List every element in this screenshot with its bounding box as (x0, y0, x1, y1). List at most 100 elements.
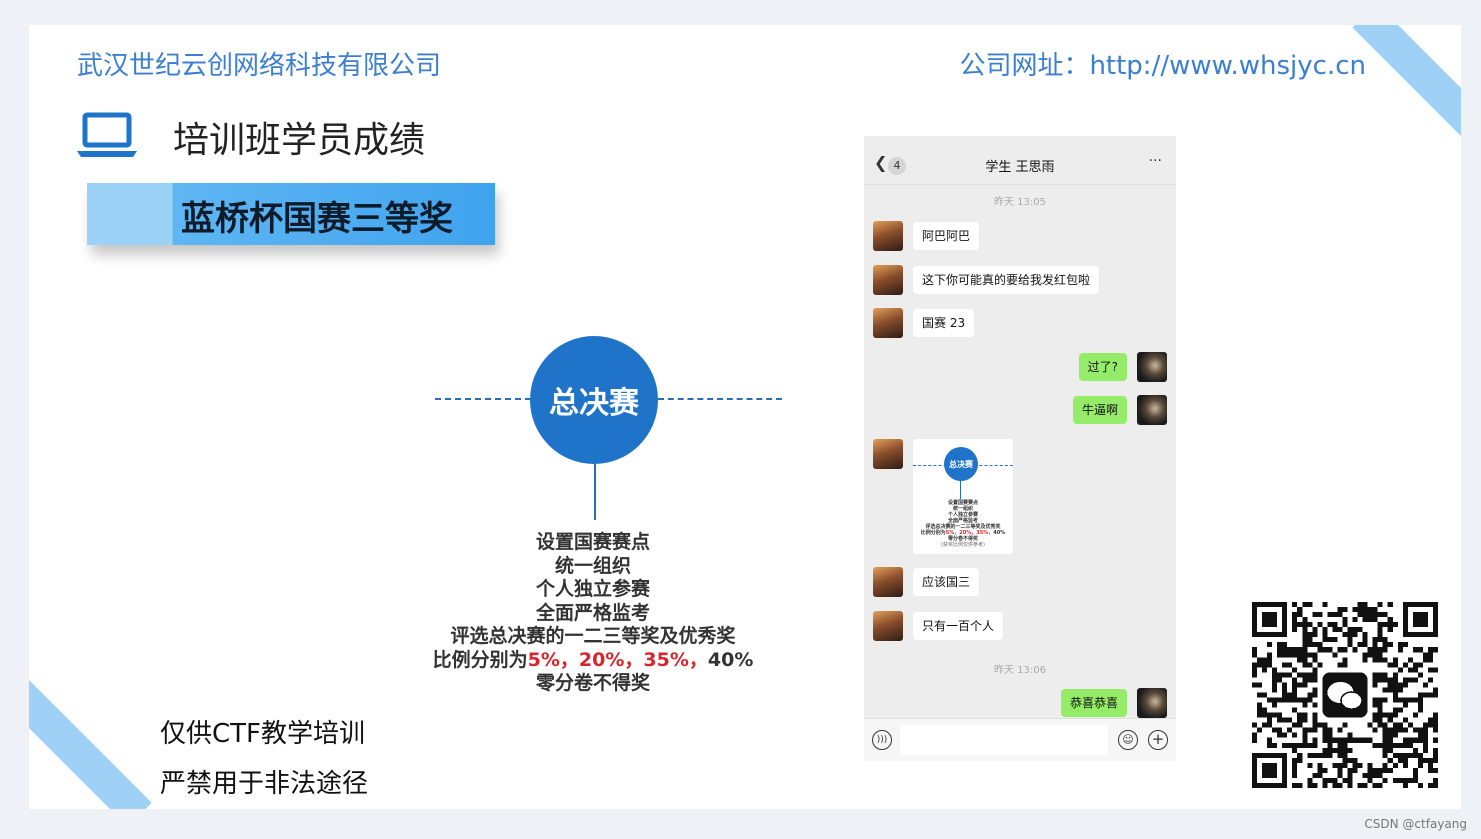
qr-module (1382, 697, 1388, 703)
emoji-icon[interactable]: ☺ (1118, 730, 1138, 750)
qr-module (1372, 782, 1378, 788)
qr-module (1362, 642, 1368, 648)
qr-module (1342, 622, 1348, 628)
qr-module (1412, 667, 1418, 673)
qr-module (1302, 697, 1308, 703)
qr-module (1322, 767, 1328, 773)
avatar[interactable] (873, 221, 903, 251)
qr-module (1277, 717, 1283, 723)
qr-module (1372, 742, 1378, 748)
qr-module (1332, 782, 1338, 788)
qr-module (1382, 642, 1388, 648)
qr-module (1417, 732, 1423, 738)
qr-module (1307, 662, 1313, 668)
qr-module (1272, 742, 1278, 748)
qr-module (1277, 732, 1283, 738)
qr-module (1257, 682, 1263, 688)
qr-module (1397, 697, 1403, 703)
qr-module (1422, 722, 1428, 728)
chat-screenshot: ❮ 4 学生 王思雨 ··· 昨天 13:05 阿巴阿巴 这下你可能真的要给我发… (864, 136, 1176, 761)
qr-module (1427, 652, 1433, 658)
qr-module (1377, 602, 1383, 608)
qr-module (1432, 722, 1438, 728)
qr-module (1327, 777, 1333, 783)
qr-module (1322, 647, 1328, 653)
qr-module (1417, 762, 1423, 768)
qr-module (1292, 697, 1298, 703)
qr-module (1377, 612, 1383, 618)
qr-module (1297, 742, 1303, 748)
qr-module (1252, 732, 1258, 738)
qr-module (1342, 657, 1348, 663)
qr-module (1392, 622, 1398, 628)
decorative-stripe (1352, 25, 1461, 141)
qr-module (1327, 637, 1333, 643)
qr-module (1347, 632, 1353, 638)
qr-module (1372, 767, 1378, 773)
qr-module (1297, 647, 1303, 653)
rule-line: 设置国赛赛点 (535, 531, 650, 553)
qr-module (1312, 632, 1318, 638)
qr-module (1302, 637, 1308, 643)
qr-module (1377, 702, 1383, 708)
avatar[interactable] (873, 439, 903, 469)
qr-module (1347, 757, 1353, 763)
image-message[interactable]: 总决赛 设置国赛赛点 统一组织 个人独立参赛 全面严格监考 评选总决赛的一二三等… (913, 439, 1013, 554)
qr-module (1377, 627, 1383, 633)
qr-module (1432, 782, 1438, 788)
qr-module (1272, 682, 1278, 688)
qr-module (1282, 672, 1288, 678)
qr-module (1372, 642, 1378, 648)
qr-module (1377, 632, 1383, 638)
qr-module (1307, 762, 1313, 768)
qr-module (1307, 602, 1313, 608)
qr-module (1282, 662, 1288, 668)
more-icon[interactable]: ··· (1149, 153, 1162, 169)
qr-module (1327, 737, 1333, 743)
plus-icon[interactable]: + (1148, 730, 1168, 750)
qr-module (1252, 652, 1258, 658)
qr-module (1382, 732, 1388, 738)
qr-module (1377, 722, 1383, 728)
mini-ratio-rest: 40% (993, 530, 1006, 536)
qr-module (1417, 662, 1423, 668)
avatar[interactable] (1137, 395, 1167, 425)
qr-module (1312, 727, 1318, 733)
qr-module (1312, 612, 1318, 618)
qr-module (1392, 697, 1398, 703)
qr-module (1282, 697, 1288, 703)
qr-module (1347, 777, 1353, 783)
qr-module (1332, 612, 1338, 618)
qr-module (1277, 697, 1283, 703)
qr-module (1302, 602, 1308, 608)
qr-module (1367, 612, 1373, 618)
qr-module (1377, 647, 1383, 653)
avatar[interactable] (873, 611, 903, 641)
qr-module (1322, 637, 1328, 643)
qr-module (1422, 652, 1428, 658)
qr-module (1307, 637, 1313, 643)
qr-module (1307, 622, 1313, 628)
qr-module (1422, 682, 1428, 688)
qr-module (1337, 737, 1343, 743)
qr-module (1382, 747, 1388, 753)
qr-module (1362, 617, 1368, 623)
qr-module (1327, 747, 1333, 753)
qr-module (1382, 677, 1388, 683)
company-website: 公司网址：http://www.whsjyc.cn (959, 51, 1366, 81)
avatar[interactable] (1137, 352, 1167, 382)
qr-module (1317, 722, 1323, 728)
qr-module (1432, 692, 1438, 698)
avatar[interactable] (873, 567, 903, 597)
message-bubble: 过了? (1078, 353, 1127, 381)
qr-module (1332, 622, 1338, 628)
avatar[interactable] (873, 308, 903, 338)
qr-module (1362, 652, 1368, 658)
avatar[interactable] (873, 265, 903, 295)
laptop-icon (77, 112, 137, 157)
voice-icon[interactable]: ))) (872, 730, 892, 750)
avatar[interactable] (1137, 688, 1167, 718)
message-input[interactable] (900, 725, 1108, 755)
qr-module (1332, 777, 1338, 783)
qr-module (1327, 727, 1333, 733)
